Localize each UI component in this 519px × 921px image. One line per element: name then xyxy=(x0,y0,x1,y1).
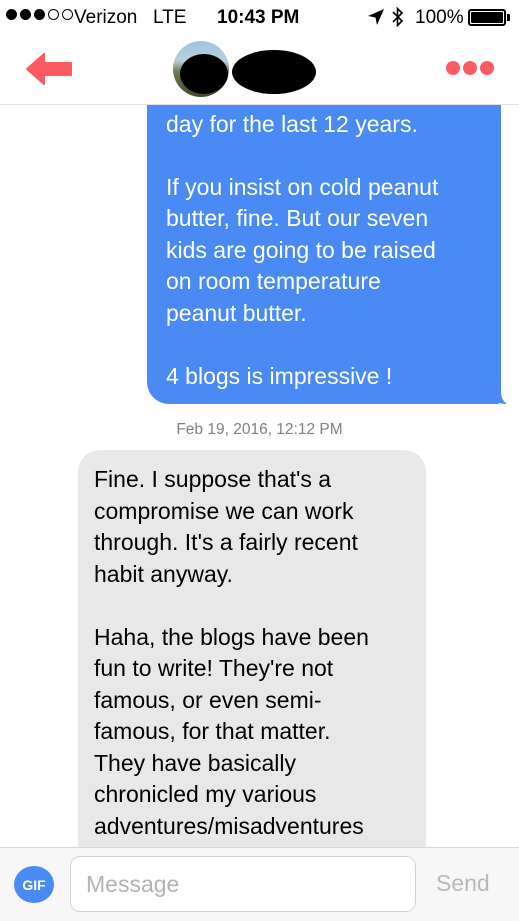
conversation-header xyxy=(0,36,519,105)
received-message-bubble: Fine. I suppose that's a compromise we c… xyxy=(78,450,426,847)
gif-button[interactable]: GIF xyxy=(14,866,54,903)
message-input[interactable] xyxy=(70,856,416,912)
battery-icon xyxy=(468,9,506,26)
battery-tip xyxy=(507,14,510,21)
location-arrow-icon xyxy=(368,9,384,25)
message-list[interactable]: letters that I've sent every day for the… xyxy=(0,105,519,847)
status-bar: Verizon LTE 10:43 PM 100% xyxy=(0,0,519,36)
message-timestamp: Feb 19, 2016, 12:12 PM xyxy=(176,421,343,438)
clock-time: 10:43 PM xyxy=(217,7,300,28)
network-type: LTE xyxy=(153,7,187,28)
signal-strength-icon xyxy=(6,9,73,20)
more-dots-icon[interactable] xyxy=(446,61,494,75)
bluetooth-icon xyxy=(392,6,404,28)
battery-percent: 100% xyxy=(415,7,464,28)
name-redaction[interactable] xyxy=(232,50,316,94)
carrier-name: Verizon xyxy=(74,7,138,28)
back-arrow-icon[interactable] xyxy=(24,52,74,86)
send-button[interactable]: Send xyxy=(436,870,490,897)
avatar-redaction xyxy=(180,54,228,94)
message-composer: GIF Send xyxy=(0,847,519,921)
sent-message-bubble: letters that I've sent every day for the… xyxy=(147,105,511,404)
